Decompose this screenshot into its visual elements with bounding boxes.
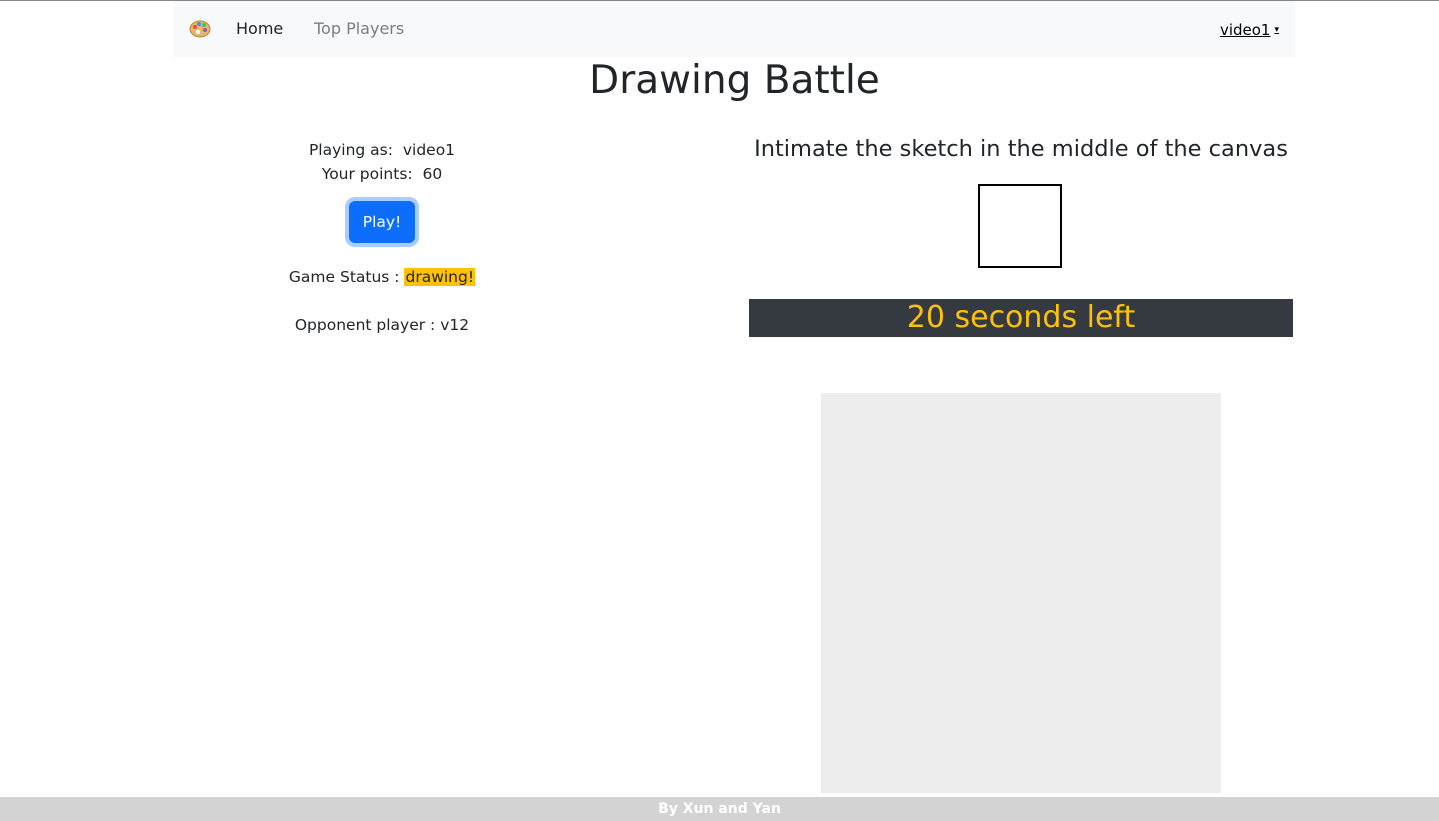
opponent-value: v12	[440, 316, 470, 334]
footer: By Xun and Yan	[0, 797, 1439, 821]
chevron-down-icon: ▾	[1274, 25, 1279, 35]
playing-as-label: Playing as:	[308, 141, 393, 159]
player-panel: Playing as: video1 Your points: 60 Play!…	[202, 138, 562, 337]
opponent-label: Opponent player :	[294, 316, 436, 334]
points-row: Your points: 60	[202, 162, 562, 186]
user-menu-dropdown[interactable]: video1 ▾	[1220, 21, 1279, 39]
instruction-text: Intimate the sketch in the middle of the…	[754, 136, 1288, 162]
game-status-badge: drawing!	[404, 268, 476, 286]
drawing-canvas[interactable]	[821, 393, 1221, 793]
target-sketch-square	[978, 184, 1062, 268]
playing-as-value: video1	[402, 141, 456, 159]
play-button[interactable]: Play!	[349, 201, 415, 243]
nav-home-link[interactable]: Home	[236, 19, 283, 38]
points-value: 60	[422, 165, 443, 183]
page-title: Drawing Battle	[589, 58, 880, 103]
game-status-row: Game Status : drawing!	[202, 265, 562, 289]
play-button-wrap: Play!	[202, 201, 562, 249]
points-label: Your points:	[321, 165, 413, 183]
game-status-label: Game Status :	[288, 268, 400, 286]
navbar: Home Top Players video1 ▾	[173, 1, 1295, 57]
nav-top-players-link[interactable]: Top Players	[314, 19, 404, 38]
countdown-timer: 20 seconds left	[749, 299, 1293, 337]
playing-as-row: Playing as: video1	[202, 138, 562, 162]
palette-icon[interactable]	[189, 18, 211, 40]
user-menu-label: video1	[1219, 21, 1271, 39]
opponent-row: Opponent player : v12	[202, 313, 562, 337]
